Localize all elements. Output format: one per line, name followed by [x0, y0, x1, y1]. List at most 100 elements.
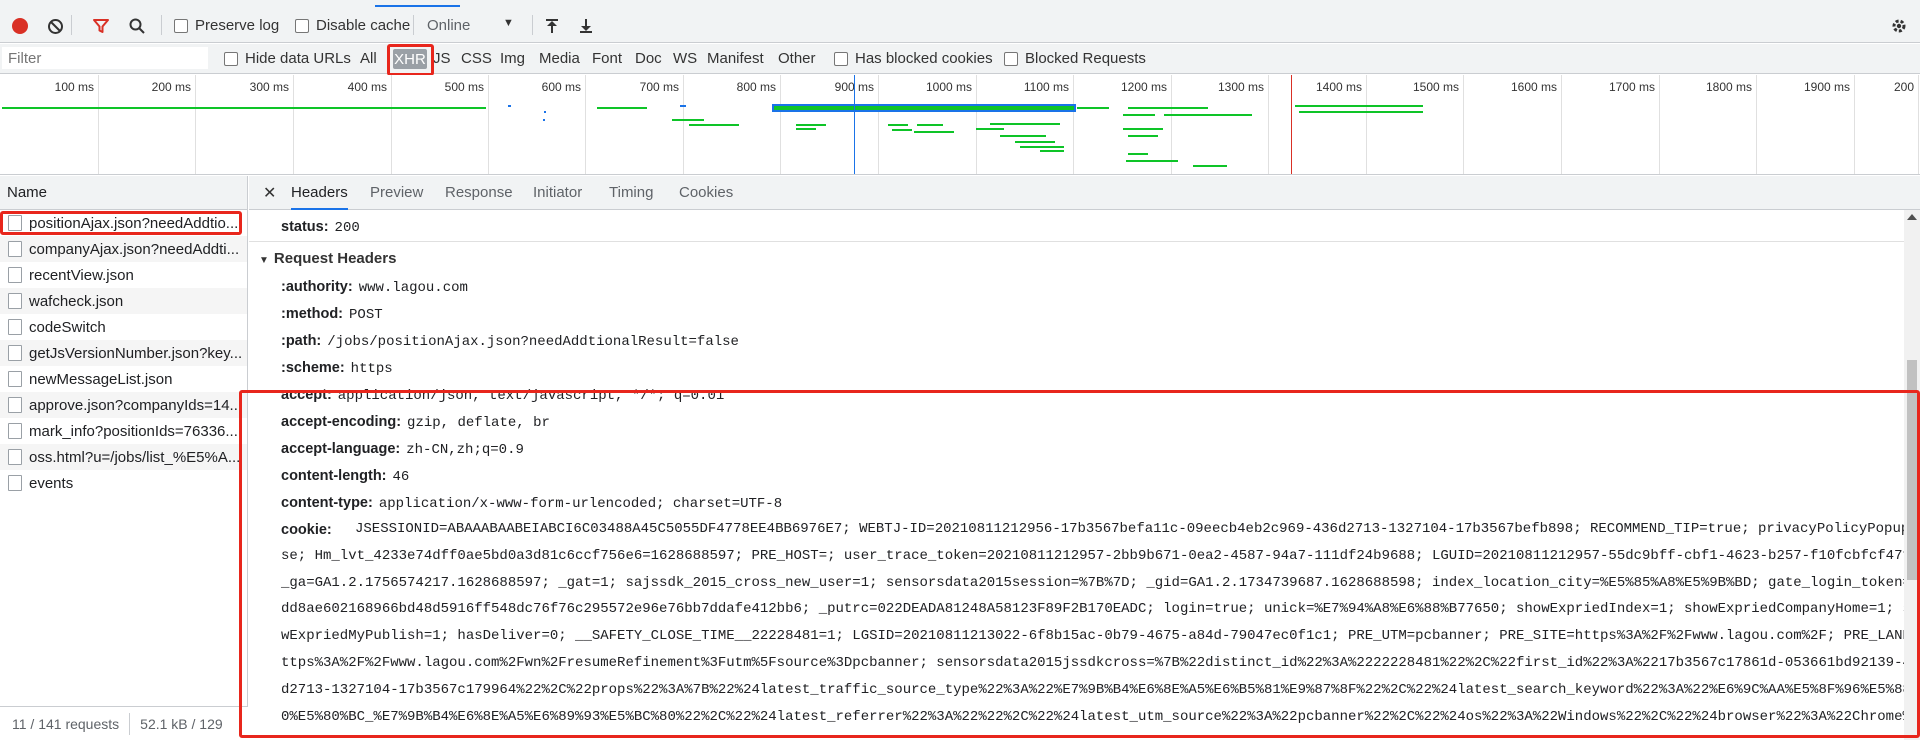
timeline-tick-label: 1000 ms — [925, 80, 972, 94]
timeline-bar — [717, 124, 739, 126]
timeline-bar — [1128, 107, 1208, 109]
detail-scrollbar[interactable] — [1904, 210, 1920, 740]
type-filter-all[interactable]: All — [360, 50, 377, 67]
timeline-gridline — [1659, 75, 1660, 174]
request-name: companyAjax.json?needAddti... — [29, 240, 240, 258]
timeline-bar — [508, 105, 511, 107]
tab-cookies[interactable]: Cookies — [679, 176, 733, 210]
timeline-tick-label: 700 ms — [639, 80, 679, 94]
tab-headers[interactable]: Headers — [291, 176, 348, 210]
network-timeline-overview[interactable]: 100 ms 200 ms 300 ms 400 ms 500 ms 600 ms 700 … — [0, 75, 1920, 175]
export-har-button[interactable] — [576, 16, 596, 36]
clear-icon — [47, 18, 63, 34]
search-button[interactable] — [127, 16, 147, 36]
request-row[interactable]: positionAjax.json?needAddtio... — [0, 210, 247, 236]
blocked-requests-checkbox[interactable]: Blocked Requests — [1004, 50, 1146, 67]
disable-cache-label: Disable cache — [316, 17, 411, 34]
scroll-up-icon[interactable] — [1907, 214, 1917, 220]
request-row[interactable]: approve.json?companyIds=14... — [0, 392, 247, 418]
load-event-line — [1291, 75, 1292, 174]
import-har-button[interactable] — [542, 16, 562, 36]
type-filter-media[interactable]: Media — [539, 50, 580, 67]
timeline-bar — [1128, 153, 1148, 155]
tab-response[interactable]: Response — [445, 176, 513, 210]
header-name: content-type: — [281, 495, 373, 511]
request-row[interactable]: oss.html?u=/jobs/list_%E5%A... — [0, 444, 247, 470]
request-row[interactable]: mark_info?positionIds=76336... — [0, 418, 247, 444]
request-headers-section[interactable]: ▼ Request Headers — [259, 250, 396, 267]
timeline-tick-label: 1200 ms — [1120, 80, 1167, 94]
type-filter-manifest[interactable]: Manifest — [707, 50, 764, 67]
preserve-log-label: Preserve log — [195, 17, 280, 34]
hide-data-urls-checkbox[interactable]: Hide data URLs — [224, 50, 351, 67]
request-header-row: accept: application/json, text/javascript… — [281, 386, 724, 404]
cookie-value-line: 0%E5%80%BC_%E7%9B%B4%E6%8E%A5%E6%89%93%E… — [281, 708, 1904, 725]
request-name: codeSwitch — [29, 318, 106, 336]
type-filter-img[interactable]: Img — [500, 50, 525, 67]
record-button[interactable] — [10, 16, 30, 36]
request-row[interactable]: wafcheck.json — [0, 288, 247, 314]
tab-initiator[interactable]: Initiator — [533, 176, 582, 210]
has-blocked-cookies-checkbox[interactable]: Has blocked cookies — [834, 50, 993, 67]
timeline-gridline — [976, 75, 977, 174]
header-value: 46 — [392, 469, 410, 485]
type-filter-other[interactable]: Other — [778, 50, 816, 67]
name-column-header[interactable]: Name — [0, 176, 247, 210]
request-row[interactable]: getJsVersionNumber.json?key... — [0, 340, 247, 366]
search-icon — [129, 18, 145, 34]
cookie-value-line: dd8ae602168966bd48d5916ff548dc76f76c2955… — [281, 601, 1904, 618]
tab-preview[interactable]: Preview — [370, 176, 423, 210]
request-header-row: accept-encoding: gzip, deflate, br — [281, 413, 550, 431]
cookie-value-line: wExpriedMyPublish=1; hasDeliver=0; __SAF… — [281, 628, 1904, 645]
timeline-bar — [888, 124, 908, 126]
gear-icon — [1892, 19, 1906, 33]
file-icon — [8, 319, 22, 335]
filter-input[interactable] — [2, 47, 208, 69]
clear-button[interactable] — [45, 16, 65, 36]
file-icon — [8, 371, 22, 387]
throttling-select[interactable]: Online ▼ — [427, 17, 517, 34]
checkbox-icon — [174, 18, 188, 33]
timeline-tick-label: 500 ms — [444, 80, 484, 94]
preserve-log-checkbox[interactable]: Preserve log — [174, 17, 279, 34]
type-filter-xhr[interactable]: XHR — [393, 49, 427, 69]
header-name: :authority: — [281, 279, 353, 295]
network-settings-button[interactable] — [1889, 16, 1909, 36]
timeline-tick-label: 1400 ms — [1315, 80, 1362, 94]
type-filter-font[interactable]: Font — [592, 50, 622, 67]
request-row[interactable]: codeSwitch — [0, 314, 247, 340]
timeline-bar — [1299, 111, 1423, 113]
scroll-thumb[interactable] — [1907, 360, 1917, 580]
header-value: /jobs/positionAjax.json?needAddtionalRes… — [327, 334, 739, 350]
timeline-tick-label: 1500 ms — [1412, 80, 1459, 94]
timeline-gridline — [585, 75, 586, 174]
disable-cache-checkbox[interactable]: Disable cache — [295, 17, 410, 34]
request-name: wafcheck.json — [29, 292, 124, 310]
request-row[interactable]: newMessageList.json — [0, 366, 247, 392]
request-row[interactable]: recentView.json — [0, 262, 247, 288]
timeline-bar — [1123, 114, 1155, 116]
tab-timing[interactable]: Timing — [609, 176, 653, 210]
type-filter-js[interactable]: JS — [433, 50, 451, 67]
filter-toggle-button[interactable] — [91, 16, 111, 36]
timeline-tick-label: 1800 ms — [1705, 80, 1752, 94]
type-filter-ws[interactable]: WS — [673, 50, 697, 67]
cookie-row: cookie: — [281, 521, 332, 538]
timeline-gridline — [878, 75, 879, 174]
type-filter-doc[interactable]: Doc — [635, 50, 662, 67]
close-icon[interactable]: ✕ — [263, 183, 276, 203]
dom-content-loaded-line — [854, 75, 855, 174]
request-row[interactable]: events — [0, 470, 247, 496]
header-value: zh-CN,zh;q=0.9 — [406, 442, 524, 458]
timeline-bar — [914, 131, 954, 133]
request-row[interactable]: companyAjax.json?needAddti... — [0, 236, 247, 262]
timeline-bar — [892, 129, 912, 131]
file-icon — [8, 241, 22, 257]
timeline-gridline — [1918, 75, 1919, 174]
record-icon — [12, 18, 28, 34]
type-filter-css[interactable]: CSS — [461, 50, 492, 67]
timeline-bar — [990, 123, 1060, 125]
selected-request-bar[interactable] — [772, 104, 1076, 112]
timeline-bar — [1123, 128, 1163, 130]
timeline-bar — [543, 119, 545, 121]
